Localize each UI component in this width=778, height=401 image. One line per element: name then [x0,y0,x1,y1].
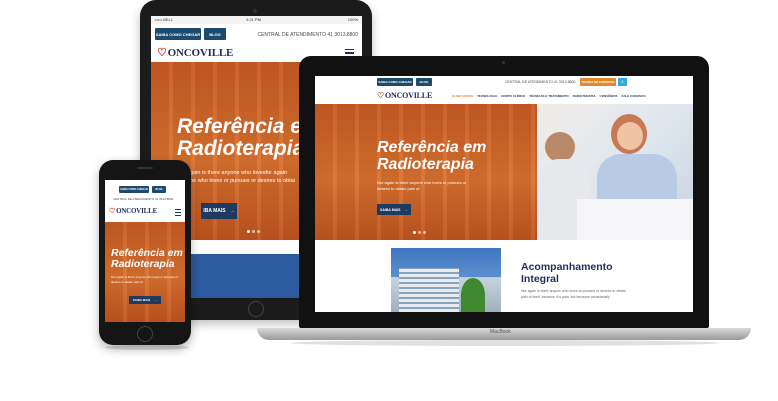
tablet-camera [253,9,257,13]
laptop-hero: Referência em Radioterapia Nor again is … [315,104,693,240]
search-icon[interactable]: ⌕ [618,78,627,86]
heart-logo-icon: ♡ [157,47,167,59]
laptop-hero-title: Referência em Radioterapia [377,139,487,174]
nav-item-fale-conosco[interactable]: FALE CONOSCO [622,94,646,98]
carousel-dot[interactable] [247,230,250,233]
hero-body-line2: one who loves or pursues or desires to o… [187,178,295,184]
arrow-right-icon: → [404,207,408,212]
phone-cta-button[interactable]: SAIBA MAIS → [129,296,161,304]
saiba-como-chegar-button[interactable]: SAIBA COMO CHEGAR [119,186,149,193]
laptop-topbar: SAIBA COMO CHEGAR BLOG [377,78,432,86]
nav-item-convenios[interactable]: CONVÊNIOS [600,94,618,98]
hero-body-line1: again is there anyone who lovesfor again [187,170,287,176]
carousel-dot[interactable] [257,230,260,233]
hero-title-line2: Radioterapia [177,137,305,161]
section-title-line2: Integral [521,273,559,285]
carousel-dot[interactable] [413,231,416,234]
nav-item-corpo-clinico[interactable]: CORPO CLÍNICO [501,94,525,98]
carousel-dot[interactable] [423,231,426,234]
saiba-como-chegar-button[interactable]: SAIBA COMO CHEGAR [155,28,201,40]
laptop-camera [502,61,505,64]
laptop-screen: SAIBA COMO CHEGAR BLOG CENTRAL DE ATENDI… [315,76,693,312]
laptop-device: SAIBA COMO CHEGAR BLOG CENTRAL DE ATENDI… [299,56,709,328]
phone-screen: SAIBA COMO CHEGAR BLOG CENTRAL DE ATENDI… [105,180,185,322]
phone-shadow [105,345,189,350]
laptop-base: MacBook [257,328,751,340]
laptop-nav: QUEM SOMOS TECNOLOGIA CORPO CLÍNICO TÉCN… [452,94,646,98]
phone-phone-line: CENTRAL DE ATENDIMENTO 41 3013.8800 [113,197,174,201]
arrow-right-icon: → [154,298,158,302]
laptop-cta-button[interactable]: SAIBA MAIS → [377,204,411,215]
tablet-hero-title: Referência e Radioterapia [177,115,305,161]
carousel-dot[interactable] [252,230,255,233]
blog-button[interactable]: BLOG [152,186,166,193]
phone-hero: Referência em Radioterapia Nor again is … [105,222,185,322]
hero-title-line2: Radioterapia [111,258,175,271]
phone-hero-title: Referência em Radioterapia [111,247,183,271]
logo-text: ONCOVILLE [116,207,158,215]
cta-label: IBA MAIS [203,208,226,214]
tablet-cta-button[interactable]: IBA MAIS → [201,203,237,219]
cta-label: SAIBA MAIS [380,207,401,212]
laptop-carousel-dots[interactable] [413,231,426,234]
saiba-como-chegar-button[interactable]: SAIBA COMO CHEGAR [377,78,413,86]
logo-text: ONCOVILLE [167,46,234,59]
hero-title-line2: Radioterapia [377,155,474,173]
section-title: Acompanhamento Integral [521,261,613,285]
tablet-home-button[interactable] [248,301,264,317]
status-carrier: ••••• BELL [155,17,173,22]
section-title-line1: Acompanhamento [521,261,613,273]
hero-title-line1: Referência e [177,115,302,138]
tablet-hero-body: again is there anyone who lovesfor again… [187,169,295,185]
hero-title-line1: Referência em [377,139,487,156]
phone-speaker [137,167,153,169]
heart-logo-icon: ♡ [109,207,116,215]
logo-text: ONCOVILLE [384,91,433,100]
blog-button[interactable]: BLOG [416,78,432,86]
status-battery: 100% [347,17,358,22]
phone-logo[interactable]: ♡ ONCOVILLE [109,207,157,215]
trabalhe-conosco-button[interactable]: TRABALHE CONOSCO [580,78,616,86]
carousel-dot[interactable] [418,231,421,234]
tablet-carousel-dots[interactable] [247,230,260,233]
laptop-hero-body: Nor again is there anyone who loves or p… [377,180,467,191]
tablet-logo[interactable]: ♡ ONCOVILLE [157,46,234,60]
phone-home-button[interactable] [137,326,153,342]
building-photo [391,248,501,312]
status-time: 4:21 PM [246,17,261,22]
patient-photo [537,104,693,240]
arrow-right-icon: → [229,208,235,214]
phone-hero-body: Nor again is there anyone who loves or p… [111,275,179,284]
tablet-topbar: SAIBA COMO CHEGAR BLOG [155,28,226,40]
phone-topbar: SAIBA COMO CHEGAR BLOG [119,186,166,193]
tablet-status-bar: ••••• BELL 4:21 PM 100% [151,16,362,24]
laptop-brand-label: MacBook [490,329,511,335]
heart-logo-icon: ♡ [377,91,384,100]
nav-item-radioterapia[interactable]: RADIOTERAPIA [573,94,596,98]
laptop-logo[interactable]: ♡ ONCOVILLE [377,91,432,100]
blog-button[interactable]: BLOG [204,28,226,40]
tablet-phone-line: CENTRAL DE ATENDIMENTO 41 3013.8800 [257,32,358,38]
hamburger-icon[interactable] [175,209,181,216]
cta-label: SAIBA MAIS [132,298,151,302]
laptop-shadow [290,340,720,346]
section-body: Nor again is there anyone who loves or p… [521,289,626,299]
phone-device: SAIBA COMO CHEGAR BLOG CENTRAL DE ATENDI… [99,160,191,345]
nav-item-quem-somos[interactable]: QUEM SOMOS [452,94,473,98]
nav-item-tecnicas[interactable]: TÉCNICAS E TRATAMENTO [529,94,569,98]
laptop-phone-line: CENTRAL DE ATENDIMENTO 41 3013.8800 [505,80,576,84]
nav-item-tecnologia[interactable]: TECNOLOGIA [477,94,497,98]
